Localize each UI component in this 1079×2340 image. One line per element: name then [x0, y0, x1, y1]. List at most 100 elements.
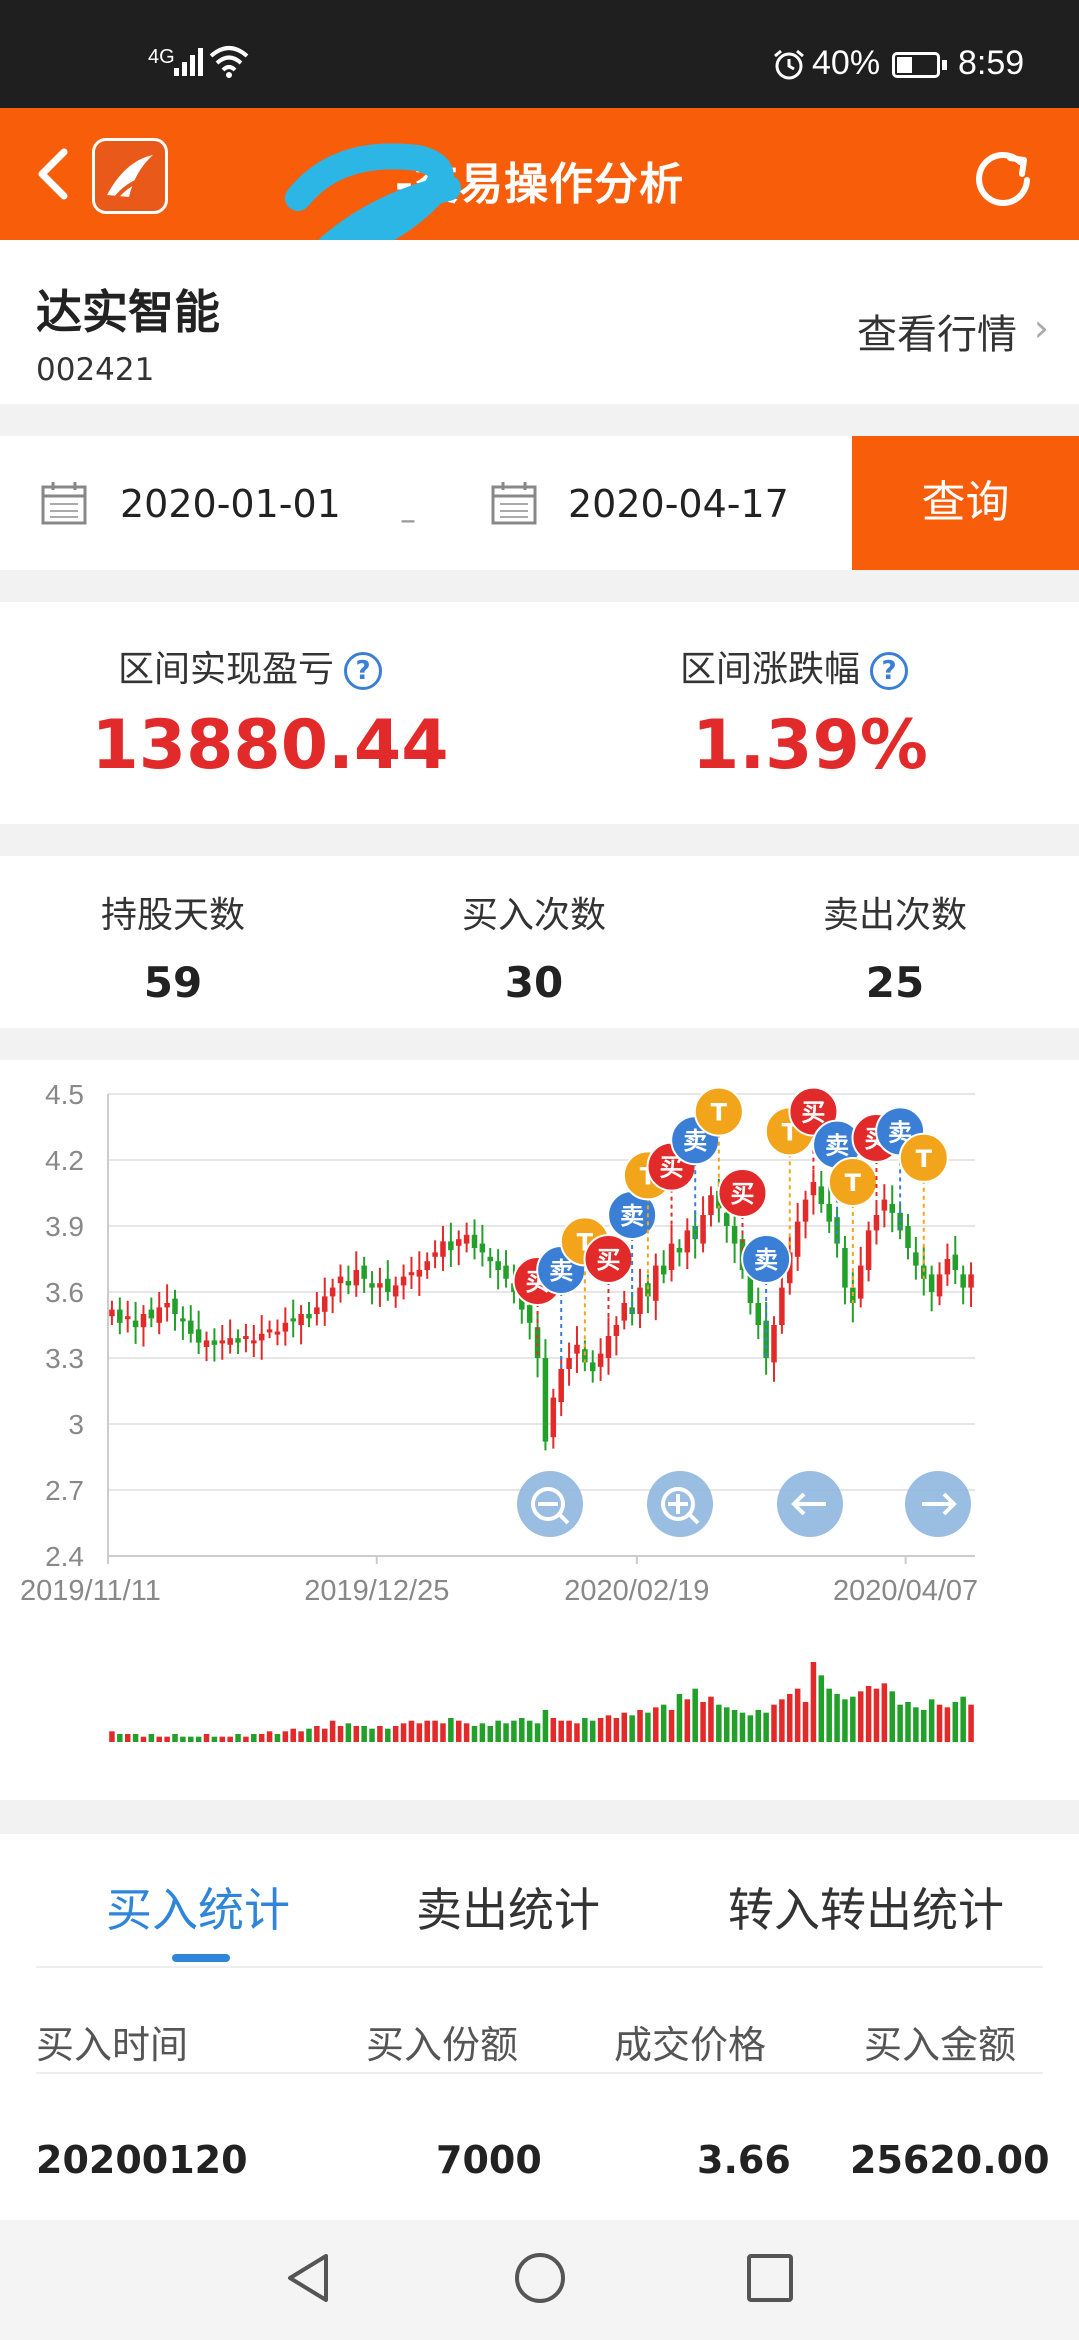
y-tick-label: 4.2 — [45, 1145, 84, 1176]
candle-body — [132, 1320, 139, 1328]
candle-body — [487, 1256, 494, 1262]
candle-body — [203, 1340, 210, 1347]
candle-body — [274, 1331, 281, 1335]
help-icon[interactable]: ? — [870, 652, 909, 690]
candle-body — [400, 1276, 407, 1286]
candle-body — [337, 1276, 344, 1284]
volume-bar — [771, 1704, 777, 1742]
holding-days-value: 59 — [143, 958, 203, 1007]
tab-buy-stats[interactable]: 买入统计 — [106, 1874, 290, 1940]
volume-bar — [857, 1691, 864, 1742]
change-label: 区间涨跌幅? — [680, 640, 909, 692]
tab-sell-stats[interactable]: 卖出统计 — [416, 1874, 600, 1940]
candle-body — [905, 1226, 911, 1248]
calendar-icon[interactable] — [490, 480, 538, 526]
x-tick-label: 2019/12/25 — [304, 1575, 449, 1607]
nav-back-icon[interactable] — [282, 2250, 334, 2306]
volume-bar — [337, 1726, 344, 1742]
cell-deal-price: 3.66 — [697, 2138, 791, 2182]
candle-body — [243, 1336, 249, 1339]
volume-bar — [306, 1728, 312, 1742]
candle-body — [731, 1226, 738, 1244]
candle-body — [668, 1243, 675, 1270]
candle-body — [653, 1265, 659, 1301]
clock: 8:59 — [958, 44, 1025, 82]
battery-fill — [897, 57, 913, 73]
candle-body — [613, 1325, 620, 1336]
candle-body — [440, 1241, 446, 1257]
trade-marker-label: T — [845, 1169, 862, 1197]
view-quote-link[interactable]: 查看行情 — [857, 302, 1017, 360]
candle-body — [574, 1344, 580, 1354]
date-separator: – — [400, 500, 416, 538]
volume-bar — [558, 1720, 564, 1742]
arrow-left-icon[interactable] — [777, 1471, 843, 1537]
volume-bar — [534, 1723, 541, 1742]
volume-bar — [921, 1710, 927, 1742]
col-buy-amount: 买入金额 — [864, 2023, 1017, 2067]
battery-tip — [942, 60, 947, 70]
zoom-out-icon[interactable] — [517, 1471, 583, 1537]
col-deal-price: 成交价格 — [614, 2023, 767, 2067]
candle-body — [345, 1281, 352, 1286]
volume-bar — [881, 1683, 888, 1742]
candle-body — [369, 1283, 375, 1288]
volume-bar — [944, 1707, 951, 1742]
end-date-field[interactable]: 2020-04-17 — [568, 482, 789, 526]
volume-bar — [227, 1736, 233, 1742]
candle-body — [857, 1265, 864, 1299]
calendar-icon[interactable] — [40, 480, 88, 526]
candle-body — [471, 1234, 478, 1248]
candle-body — [558, 1369, 564, 1402]
tab-transfer-stats[interactable]: 转入转出统计 — [728, 1874, 1004, 1940]
nav-home-icon[interactable] — [512, 2250, 568, 2306]
sell-count-value: 25 — [865, 958, 925, 1007]
candle-body — [321, 1296, 328, 1312]
volume-bar — [258, 1734, 265, 1742]
volume-bar — [164, 1736, 170, 1742]
volume-bar — [188, 1736, 194, 1742]
candle-body — [700, 1215, 706, 1244]
candle-body — [408, 1272, 415, 1276]
candle-body — [361, 1265, 367, 1279]
refresh-button[interactable] — [970, 146, 1036, 212]
volume-bar — [172, 1734, 178, 1742]
candle-body — [266, 1329, 273, 1333]
candle-body — [306, 1314, 312, 1319]
col-buy-time: 买入时间 — [36, 2023, 189, 2067]
candle-body — [172, 1298, 178, 1314]
candle-body — [211, 1340, 218, 1345]
help-icon[interactable]: ? — [344, 652, 383, 690]
arrow-right-icon[interactable] — [905, 1471, 971, 1537]
status-bar: 4G 40% 8:59 — [0, 0, 1079, 108]
candle-body — [928, 1274, 935, 1292]
volume-bar — [455, 1720, 462, 1742]
price-chart[interactable]: 4.5 4.2 3.9 3.6 3.3 3 2.7 2.42019/11/11 2019/12/… — [0, 1060, 1079, 1800]
candle-body — [865, 1230, 872, 1270]
candle-body — [455, 1239, 462, 1246]
volume-bar — [865, 1686, 872, 1742]
pnl-label-text: 区间实现盈亏 — [118, 649, 335, 690]
x-tick-label: 2020/02/19 — [564, 1575, 709, 1607]
signal-icon — [174, 48, 203, 76]
system-nav-bar — [0, 2220, 1079, 2340]
volume-bar — [794, 1688, 801, 1742]
pnl-label: 区间实现盈亏? — [118, 640, 383, 692]
volume-bar — [463, 1723, 470, 1742]
query-button[interactable]: 查询 — [852, 436, 1079, 570]
start-date-field[interactable]: 2020-01-01 — [120, 482, 341, 526]
volume-bar — [109, 1731, 115, 1742]
tab-bar: 买入统计 卖出统计 转入转出统计 — [0, 1834, 1079, 1964]
candle-body — [424, 1261, 430, 1270]
sell-count-label: 卖出次数 — [822, 895, 967, 936]
candle-body — [605, 1336, 612, 1358]
candle-body — [952, 1254, 959, 1270]
volume-bar — [432, 1720, 438, 1742]
volume-bar — [124, 1734, 131, 1742]
volume-bar — [653, 1707, 659, 1742]
cell-buy-time: 20200120 — [36, 2138, 248, 2182]
zoom-in-icon[interactable] — [647, 1471, 713, 1537]
volume-bar — [251, 1734, 257, 1742]
volume-bar — [692, 1688, 698, 1742]
nav-recents-icon[interactable] — [744, 2250, 796, 2306]
